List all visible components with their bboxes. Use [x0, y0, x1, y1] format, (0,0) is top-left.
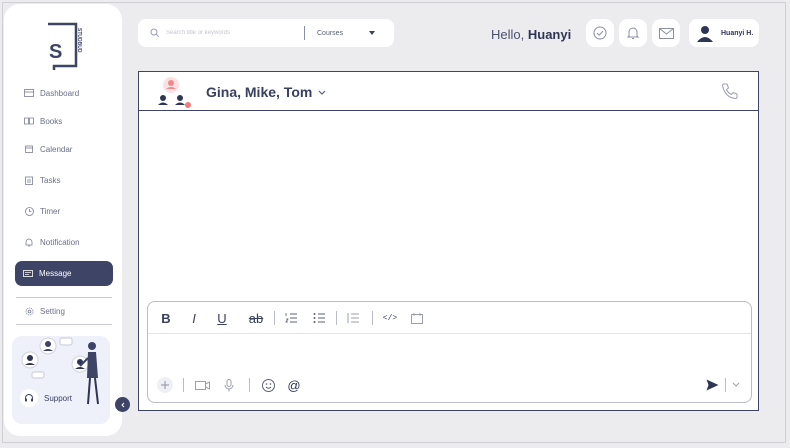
calendar-icon: [24, 144, 34, 154]
greeting-prefix: Hello,: [491, 27, 525, 42]
send-button[interactable]: [704, 376, 720, 394]
bell-icon: [24, 237, 34, 247]
user-profile-button[interactable]: Huanyi H.: [689, 19, 759, 47]
search-icon: [150, 28, 160, 38]
sidebar-item-label: Tasks: [40, 175, 61, 185]
indent-icon: [347, 313, 359, 323]
collapse-sidebar-button[interactable]: [115, 397, 130, 412]
gear-icon: [24, 306, 34, 316]
greeting-name: Huanyi: [527, 27, 572, 42]
support-label: Support: [44, 393, 73, 403]
message-composer: B I U ab </> @: [147, 301, 752, 403]
ordered-list-icon: [284, 313, 297, 323]
sidebar-item-dashboard[interactable]: Dashboard: [16, 81, 112, 105]
logo-letter: S: [49, 41, 62, 63]
chevron-down-icon[interactable]: [317, 87, 327, 97]
chevron-down-icon: [732, 382, 740, 387]
code-block-button[interactable]: [410, 310, 424, 326]
course-filter-select[interactable]: Courses: [317, 30, 361, 37]
sidebar-item-setting[interactable]: Setting: [16, 299, 112, 323]
studbud-logo[interactable]: S STUDBUD: [44, 22, 84, 72]
sidebar-item-label: Calendar: [40, 144, 73, 154]
logo-brand: STUDBUD: [76, 28, 82, 53]
sidebar-item-label: Setting: [40, 306, 65, 316]
mention-button[interactable]: @: [286, 376, 302, 394]
check-circle-icon: [593, 26, 607, 40]
chat-header: Gina, Mike, Tom: [139, 72, 758, 111]
avatar: [697, 26, 713, 42]
bell-icon: [627, 27, 639, 39]
clock-icon: [24, 206, 34, 216]
voice-button[interactable]: [222, 376, 236, 394]
caret-down-icon[interactable]: [369, 31, 375, 35]
ordered-list-button[interactable]: [284, 310, 298, 326]
sidebar-divider: [16, 324, 112, 325]
composer-actions: @: [148, 374, 751, 396]
toolbar-separator: [274, 311, 275, 325]
underline-button[interactable]: U: [216, 310, 228, 326]
indent-button[interactable]: [346, 310, 360, 326]
send-icon: [706, 379, 718, 391]
phone-call-icon[interactable]: [721, 82, 739, 100]
bullet-list-button[interactable]: [312, 310, 326, 326]
video-button[interactable]: [194, 376, 210, 394]
sidebar-item-label: Dashboard: [40, 88, 80, 98]
toolbar-separator: [183, 378, 184, 392]
plus-circle-icon: [157, 377, 173, 393]
sidebar-item-label: Message: [39, 269, 72, 278]
formatting-toolbar: B I U ab </>: [148, 302, 751, 334]
toolbar-separator: [336, 311, 337, 325]
emoji-icon: [261, 378, 275, 392]
tasks-check-button[interactable]: [586, 19, 614, 47]
video-camera-icon: [194, 380, 210, 390]
sidebar-item-calendar[interactable]: Calendar: [16, 137, 112, 161]
book-icon: [24, 116, 34, 126]
group-avatar: [158, 77, 191, 108]
tasks-icon: [24, 175, 34, 185]
sidebar-item-label: Notification: [40, 237, 80, 247]
microphone-icon: [224, 378, 234, 391]
send-options-button[interactable]: [730, 376, 742, 394]
support-button[interactable]: Support: [20, 389, 72, 407]
add-attachment-button[interactable]: [156, 376, 174, 394]
sidebar-item-tasks[interactable]: Tasks: [16, 168, 112, 192]
strikethrough-button[interactable]: ab: [246, 310, 266, 326]
user-name: Huanyi H.: [721, 29, 754, 37]
headset-icon: [20, 389, 38, 407]
toolbar-separator: [249, 378, 250, 392]
bold-button[interactable]: B: [160, 310, 172, 326]
sidebar-item-books[interactable]: Books: [16, 109, 112, 133]
message-icon: [23, 269, 33, 279]
sidebar-item-label: Books: [40, 116, 63, 126]
sidebar-item-message[interactable]: Message: [15, 261, 113, 286]
emoji-button[interactable]: [260, 376, 276, 394]
support-card: [12, 336, 110, 424]
sidebar-item-notification[interactable]: Notification: [16, 230, 112, 254]
bullet-list-icon: [313, 313, 325, 323]
italic-button[interactable]: I: [188, 310, 200, 326]
sidebar-item-label: Timer: [40, 206, 61, 216]
notifications-button[interactable]: [619, 19, 647, 47]
chevron-left-icon: [120, 402, 124, 407]
greeting: Hello, Huanyi: [491, 27, 571, 42]
chat-panel: Gina, Mike, Tom B I U ab </> @: [138, 71, 759, 411]
sidebar-divider: [16, 297, 112, 298]
search-divider: [304, 26, 305, 40]
sidebar-item-timer[interactable]: Timer: [16, 199, 112, 223]
search-input[interactable]: [166, 30, 296, 36]
mail-icon: [658, 27, 674, 39]
online-status-dot: [185, 102, 191, 108]
code-block-icon: [411, 312, 423, 324]
search-bar: Courses: [138, 19, 394, 47]
dashboard-icon: [24, 88, 34, 98]
toolbar-separator: [372, 311, 373, 325]
chat-title: Gina, Mike, Tom: [206, 84, 313, 100]
messages-button[interactable]: [652, 19, 680, 47]
code-button[interactable]: </>: [380, 310, 400, 326]
toolbar-separator: [725, 378, 726, 392]
